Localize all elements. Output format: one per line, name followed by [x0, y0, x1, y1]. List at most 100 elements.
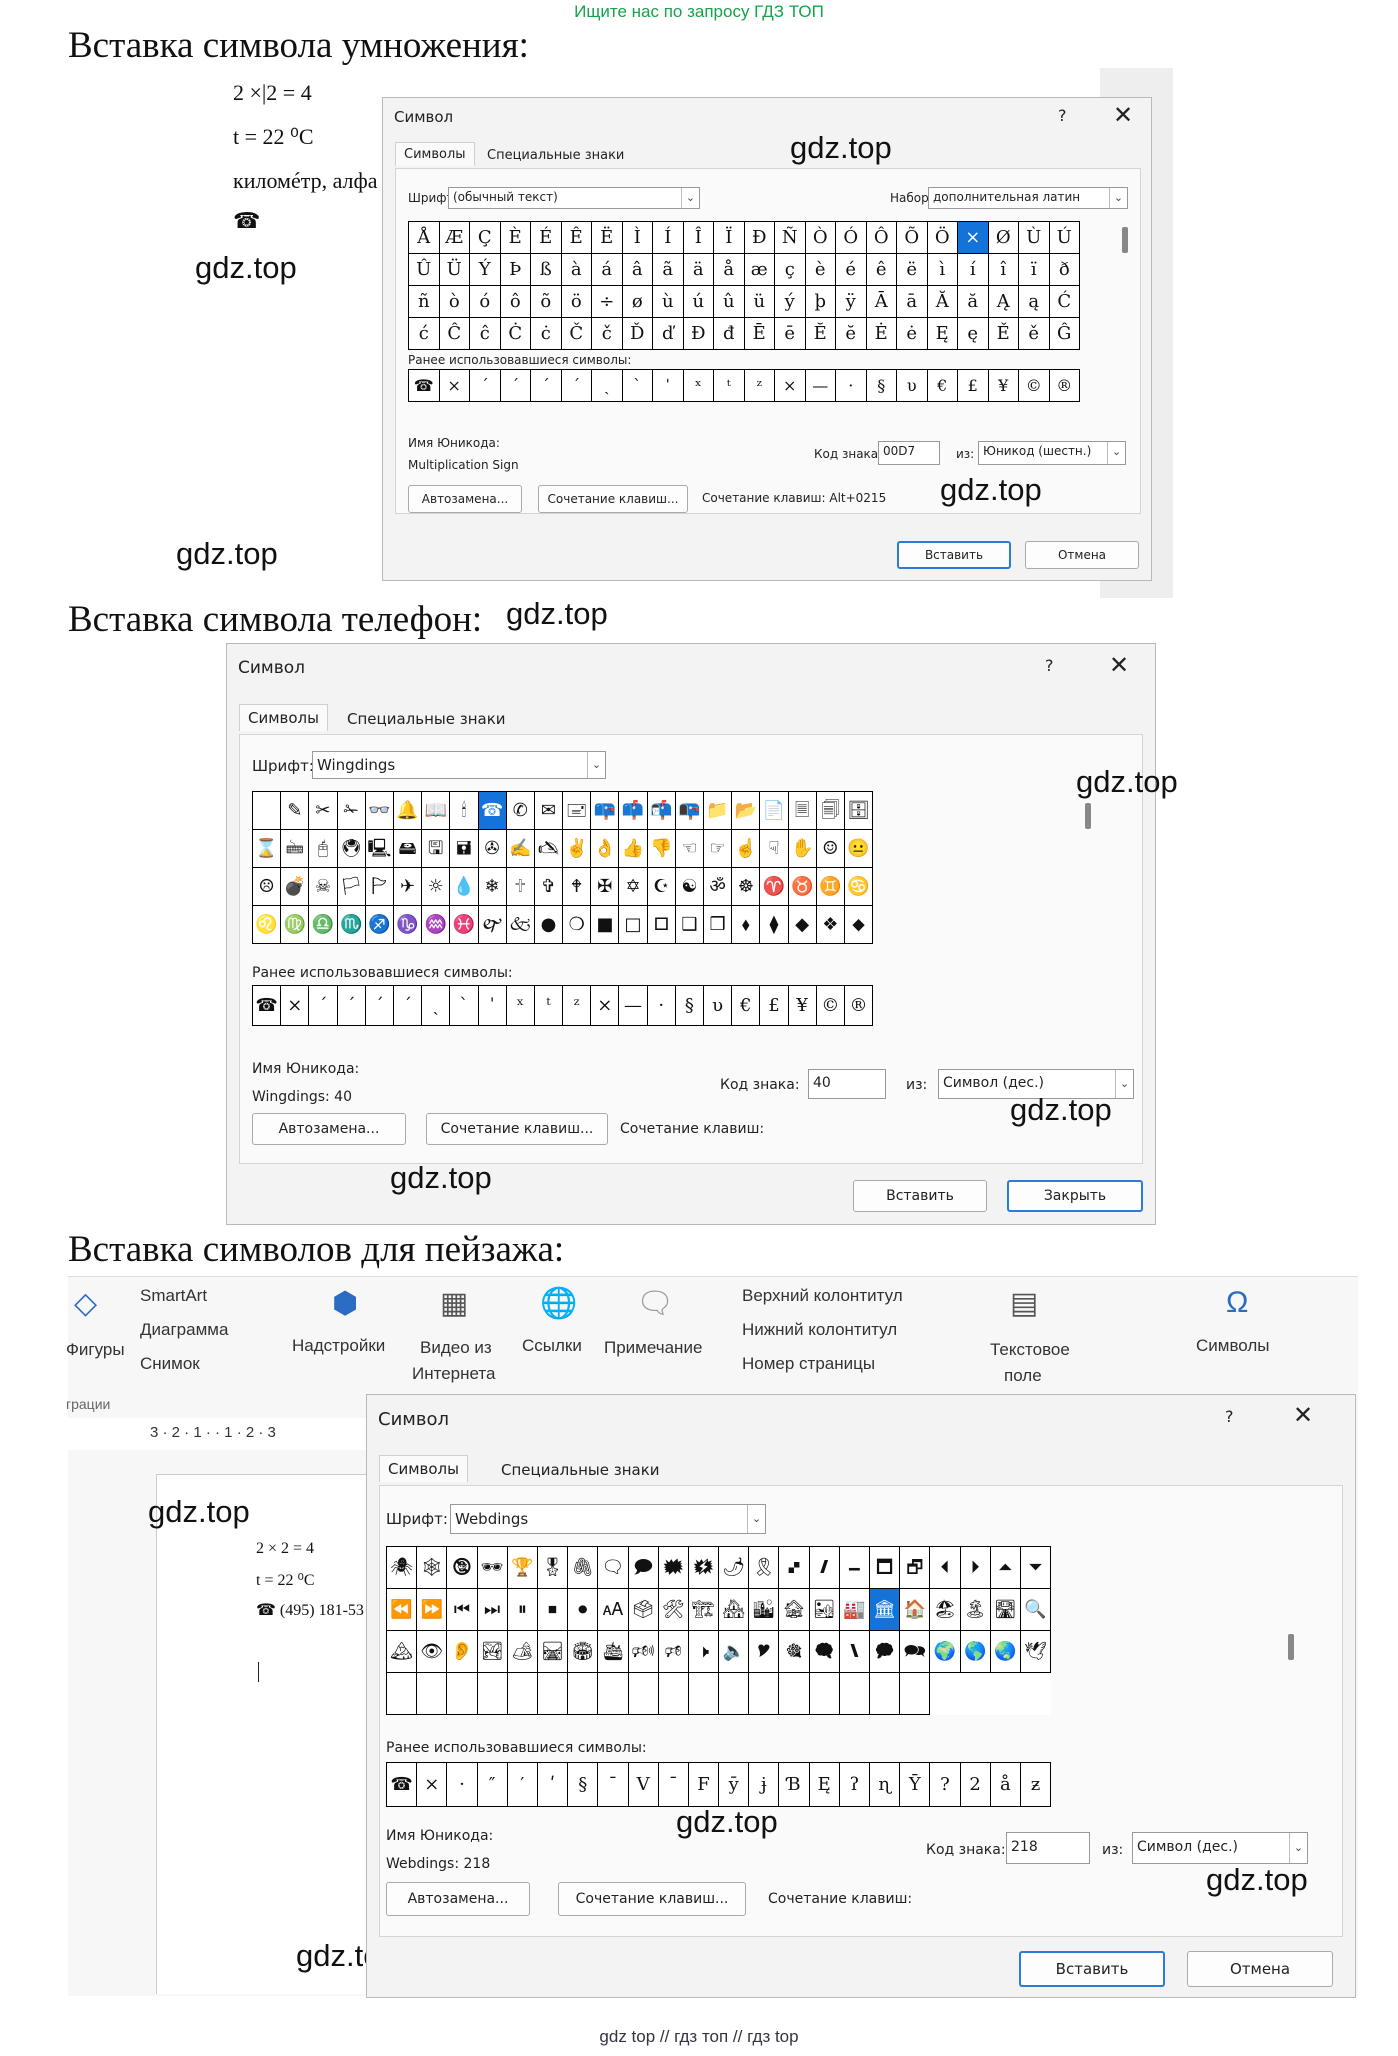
symbol-cell[interactable]: ý	[775, 286, 806, 318]
symbol-cell[interactable]: É	[531, 222, 562, 254]
symbol-cell[interactable]: 🏕	[507, 1631, 538, 1673]
symbol-cell[interactable]: ♌	[253, 906, 282, 944]
symbol-cell[interactable]: ˋ	[622, 370, 653, 402]
symbol-cell[interactable]: Ė	[866, 318, 897, 350]
cancel-button[interactable]: Отмена	[1187, 1951, 1333, 1987]
subset-select[interactable]: дополнительная латин ⌄	[928, 187, 1128, 209]
symbol-cell[interactable]: 🏔	[387, 1631, 418, 1673]
omega-icon[interactable]: Ω	[1226, 1286, 1248, 1320]
symbol-cell[interactable]: 🙵	[506, 906, 535, 944]
symbol-cell[interactable]: —	[805, 370, 836, 402]
help-button[interactable]: ?	[1225, 1407, 1234, 1426]
symbol-cell[interactable]: 🎔	[749, 1631, 780, 1673]
symbol-cell[interactable]: Ċ	[500, 318, 531, 350]
symbol-cell[interactable]: ✉	[534, 792, 564, 830]
symbol-cell[interactable]: Ì	[622, 222, 653, 254]
ribbon-video[interactable]: Видео из	[420, 1338, 492, 1358]
symbol-cell[interactable]: 🖳	[365, 830, 394, 868]
symbol-cell[interactable]: Ó	[836, 222, 867, 254]
symbol-cell[interactable]: ě	[1019, 318, 1050, 350]
symbol-cell[interactable]: 🔍	[1020, 1589, 1052, 1631]
symbol-cell[interactable]: 🔔	[393, 792, 423, 830]
symbol-cell[interactable]: 👌	[591, 830, 620, 868]
symbol-cell[interactable]: ċ	[531, 318, 562, 350]
symbol-cell[interactable]: 🏚	[779, 1589, 810, 1631]
symbol-cell[interactable]: 📬	[647, 792, 676, 830]
symbol-cell[interactable]: ✇	[478, 830, 507, 868]
help-button[interactable]: ?	[1058, 106, 1067, 125]
symbol-cell[interactable]: ᶻ	[744, 370, 775, 402]
symbol-cell[interactable]: Ñ	[775, 222, 806, 254]
symbol-cell[interactable]: 🕷	[387, 1547, 418, 1589]
symbol-cell[interactable]: 🗱	[688, 1547, 720, 1589]
symbol-grid[interactable]: 🕷 🕸 🕲 🕶 🏆 🎖 🖇 🗨 🗩 🗰 🗱 🌶 🎗 🙾 🙼 🗕 🗖 🗗 ⏴ ⏵ ⏶ ⏷ ⏪ ⏩ ⏮ ⏭ ⏸ ⏹ ⏺ 🗚 🗳 🛠 🏗 🏘 🏙 🏚 🏜 🏭 🏛 🏠…	[386, 1546, 1052, 1715]
symbol-cell[interactable]: 🕸	[417, 1547, 448, 1589]
symbol-cell[interactable]: ė	[897, 318, 928, 350]
symbol-cell[interactable]: Å	[409, 222, 440, 254]
ribbon-footer[interactable]: Нижний колонтитул	[742, 1320, 897, 1340]
symbol-cell[interactable]: ¯	[598, 1763, 629, 1807]
symbol-cell[interactable]: 🗬	[809, 1631, 840, 1673]
char-code-input[interactable]: 218	[1006, 1832, 1090, 1864]
autocorrect-button[interactable]: Автозамена...	[408, 485, 522, 513]
symbol-cell[interactable]: ˉ	[658, 1763, 689, 1807]
symbol-cell[interactable]: 🏘	[719, 1589, 750, 1631]
symbol-cell[interactable]	[839, 1673, 870, 1715]
symbol-cell[interactable]: 🗰	[658, 1547, 689, 1589]
symbol-cell[interactable]: ×	[417, 1763, 448, 1807]
symbol-cell[interactable]	[719, 1673, 750, 1715]
symbol-cell[interactable]: Ö	[927, 222, 958, 254]
symbol-cell[interactable]: ˊ	[561, 370, 592, 402]
symbol-cell[interactable]: F	[688, 1763, 720, 1807]
symbol-cell[interactable]: ᶻ	[563, 986, 592, 1026]
symbol-cell[interactable]: 🖮	[281, 830, 310, 868]
symbol-cell[interactable]: ò	[439, 286, 470, 318]
ribbon-chart[interactable]: Диаграмма	[140, 1320, 228, 1340]
symbol-cell[interactable]: 🗏	[788, 792, 817, 830]
symbol-cell[interactable]: È	[500, 222, 531, 254]
symbol-cell[interactable]: ✈	[393, 868, 423, 906]
symbol-cell[interactable]: ˋ	[450, 986, 479, 1026]
symbol-cell[interactable]: ☹	[253, 868, 282, 906]
symbol-cell[interactable]: ã	[653, 254, 684, 286]
tab-special-chars[interactable]: Специальные знаки	[493, 1457, 668, 1483]
symbol-cell[interactable]: ˣ	[506, 986, 535, 1026]
symbol-cell[interactable]: 👍	[619, 830, 648, 868]
symbol-cell[interactable]: ✡	[619, 868, 648, 906]
symbol-cell[interactable]: 🙾	[779, 1547, 810, 1589]
symbol-cell[interactable]: ☺	[816, 830, 845, 868]
symbol-cell[interactable]: ē	[775, 318, 806, 350]
symbol-cell[interactable]: å	[990, 1763, 1021, 1807]
tab-special-chars[interactable]: Специальные знаки	[339, 706, 514, 732]
symbol-cell[interactable]: 🏞	[477, 1631, 508, 1673]
symbol-cell[interactable]: ×	[958, 222, 989, 254]
symbol-cell[interactable]: ÿ	[836, 286, 867, 318]
symbol-cell[interactable]: 🖫	[422, 830, 451, 868]
font-select[interactable]: (обычный текст) ⌄	[448, 187, 700, 209]
symbol-cell[interactable]: ☯	[675, 868, 704, 906]
symbol-cell[interactable]	[900, 1673, 931, 1715]
symbol-cell[interactable]: ☠	[309, 868, 338, 906]
from-select[interactable]: Символ (дес.) ⌄	[1132, 1832, 1308, 1864]
symbol-cell[interactable]: 📪	[591, 792, 620, 830]
symbol-cell[interactable]: 🗨	[598, 1547, 629, 1589]
symbol-cell[interactable]: 🏟	[568, 1631, 599, 1673]
symbol-cell[interactable]	[477, 1673, 508, 1715]
symbol-cell[interactable]: Ĝ	[1049, 318, 1080, 350]
close-icon[interactable]: ✕	[1109, 651, 1129, 679]
symbol-cell[interactable]: ć	[409, 318, 440, 350]
symbol-cell[interactable]: 💣	[281, 868, 310, 906]
symbol-cell[interactable]	[447, 1673, 478, 1715]
symbol-cell[interactable]: Ð	[744, 222, 775, 254]
symbol-cell[interactable]: 😐	[844, 830, 874, 868]
symbol-cell[interactable]: 🗚	[598, 1589, 629, 1631]
symbol-cell[interactable]: Ć	[1049, 286, 1080, 318]
symbol-cell[interactable]: ♏	[337, 906, 366, 944]
symbol-cell[interactable]	[658, 1673, 689, 1715]
symbol-cell[interactable]: 🕨	[688, 1631, 720, 1673]
symbol-cell[interactable]: 🏝	[960, 1589, 991, 1631]
symbol-cell[interactable]	[688, 1673, 720, 1715]
symbol-cell[interactable]: å	[714, 254, 745, 286]
symbol-cell[interactable]: ′	[507, 1763, 538, 1807]
symbol-cell[interactable]: ♎	[309, 906, 338, 944]
